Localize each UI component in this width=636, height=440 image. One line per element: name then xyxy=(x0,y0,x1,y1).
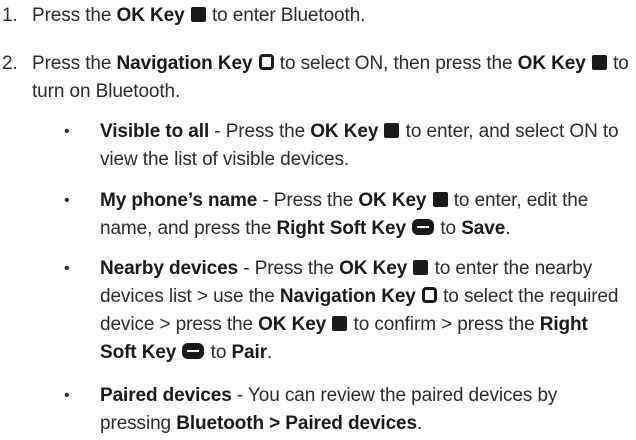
bullet-text: My phone’s name - Press the OK Key to en… xyxy=(100,190,589,239)
bullet-title: Visible to all xyxy=(100,121,210,142)
ok-key-icon xyxy=(332,316,348,331)
right-soft-key-label: Right Soft Key xyxy=(276,218,407,239)
step-text: Press the Navigation Key to select ON, t… xyxy=(32,53,629,102)
bullet-text: Visible to all - Press the OK Key to ent… xyxy=(100,121,619,170)
navigation-key-label: Navigation Key xyxy=(279,286,416,307)
bullet-title: My phone’s name xyxy=(100,190,258,211)
ok-key-icon xyxy=(190,7,206,22)
bullet-symbol: • xyxy=(64,260,70,277)
ok-key-label: OK Key xyxy=(258,314,327,335)
bullet-title: Paired devices xyxy=(100,385,232,406)
ok-key-label: OK Key xyxy=(517,53,586,74)
step-number: 1. xyxy=(2,5,18,26)
save-label: Save xyxy=(461,218,506,239)
navigation-key-icon xyxy=(421,287,437,303)
ok-key-label: OK Key xyxy=(339,258,408,279)
bullet-symbol: • xyxy=(64,387,70,404)
menu-path-label: Bluetooth > Paired devices xyxy=(176,413,417,434)
navigation-key-label: Navigation Key xyxy=(116,53,253,74)
right-soft-key-icon xyxy=(412,219,435,235)
instructions-document: 1. Press the OK Key to enter Bluetooth. … xyxy=(0,0,636,440)
ok-key-icon xyxy=(413,260,429,275)
step-number: 2. xyxy=(2,53,18,74)
navigation-key-icon xyxy=(258,54,274,70)
ok-key-icon xyxy=(384,123,400,138)
bullet-symbol: • xyxy=(64,192,70,209)
bullet-text: Paired devices - You can review the pair… xyxy=(100,385,558,434)
ok-key-label: OK Key xyxy=(116,5,185,26)
bullet-symbol: • xyxy=(64,123,70,140)
bullet-title: Nearby devices xyxy=(100,258,239,279)
right-soft-key-icon xyxy=(182,343,205,359)
bullet-text: Nearby devices - Press the OK Key to ent… xyxy=(100,258,619,363)
ok-key-icon xyxy=(432,192,448,207)
ok-key-label: OK Key xyxy=(310,121,379,142)
ok-key-label: OK Key xyxy=(358,190,427,211)
pair-label: Pair xyxy=(231,342,267,363)
step-text: Press the OK Key to enter Bluetooth. xyxy=(32,5,366,26)
ok-key-icon xyxy=(591,55,607,70)
